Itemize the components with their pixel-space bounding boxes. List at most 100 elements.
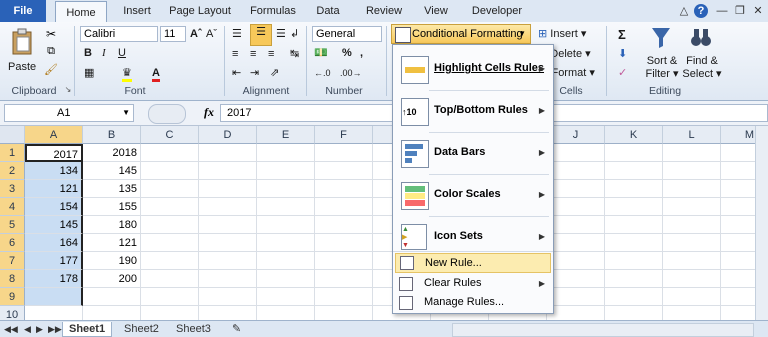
cell-M2[interactable]	[721, 162, 755, 180]
column-header[interactable]: K	[605, 126, 663, 144]
font-name-combo[interactable]: Calibri	[80, 26, 158, 42]
cell-J3[interactable]	[547, 180, 605, 198]
row-header[interactable]: 3	[0, 180, 25, 198]
insert-sheet-icon[interactable]: ✎	[226, 322, 247, 336]
cell-L10[interactable]	[663, 306, 721, 321]
cell-C10[interactable]	[141, 306, 199, 321]
cell-L7[interactable]	[663, 252, 721, 270]
menu-item-color-scales[interactable]: Color Scales ▶	[393, 175, 553, 215]
underline-icon[interactable]: U	[118, 46, 126, 61]
column-header[interactable]: J	[547, 126, 605, 144]
cell-J5[interactable]	[547, 216, 605, 234]
cell-L4[interactable]	[663, 198, 721, 216]
cell-K5[interactable]	[605, 216, 663, 234]
sheet-tab-2[interactable]: Sheet2	[118, 322, 165, 336]
cell-M7[interactable]	[721, 252, 755, 270]
cell-E6[interactable]	[257, 234, 315, 252]
cell-D3[interactable]	[199, 180, 257, 198]
cell-A10[interactable]	[25, 306, 83, 321]
cell-D8[interactable]	[199, 270, 257, 288]
cell-A1[interactable]: 2017	[25, 144, 83, 162]
cell-M6[interactable]	[721, 234, 755, 252]
row-header[interactable]: 9	[0, 288, 25, 306]
cell-C5[interactable]	[141, 216, 199, 234]
row-header[interactable]: 4	[0, 198, 25, 216]
minimize-ribbon-icon[interactable]: △	[676, 3, 692, 19]
cut-icon[interactable]: ✂	[44, 27, 58, 41]
cell-L6[interactable]	[663, 234, 721, 252]
cell-B2[interactable]: 145	[83, 162, 141, 180]
cell-L3[interactable]	[663, 180, 721, 198]
menu-item-data-bars[interactable]: Data Bars ▶	[393, 133, 553, 173]
cell-A5[interactable]: 145	[25, 216, 83, 234]
merge-center-icon[interactable]: ↹	[290, 47, 299, 62]
tab-file[interactable]: File	[0, 0, 46, 22]
cell-E4[interactable]	[257, 198, 315, 216]
cell-K1[interactable]	[605, 144, 663, 162]
comma-style-icon[interactable]: ,	[360, 46, 363, 61]
cell-E8[interactable]	[257, 270, 315, 288]
minimize-window-icon[interactable]: —	[714, 3, 730, 19]
cell-F8[interactable]	[315, 270, 373, 288]
copy-icon[interactable]: ⧉	[44, 45, 58, 59]
cell-K9[interactable]	[605, 288, 663, 306]
cell-B10[interactable]	[83, 306, 141, 321]
cell-K8[interactable]	[605, 270, 663, 288]
cell-A9[interactable]	[25, 288, 83, 306]
cell-B3[interactable]: 135	[83, 180, 141, 198]
cell-J9[interactable]	[547, 288, 605, 306]
cell-D6[interactable]	[199, 234, 257, 252]
tab-data[interactable]: Data	[310, 0, 346, 22]
accounting-format-icon[interactable]: 💵	[314, 46, 328, 61]
align-right-icon[interactable]: ≡	[268, 47, 274, 62]
clipboard-launcher-icon[interactable]: ↘	[64, 85, 72, 95]
cell-J7[interactable]	[547, 252, 605, 270]
align-bottom-icon[interactable]: ☰	[276, 27, 286, 42]
row-header[interactable]: 7	[0, 252, 25, 270]
cell-K6[interactable]	[605, 234, 663, 252]
cell-E10[interactable]	[257, 306, 315, 321]
align-left-icon[interactable]: ≡	[232, 47, 238, 62]
cell-L2[interactable]	[663, 162, 721, 180]
cell-D2[interactable]	[199, 162, 257, 180]
cell-F7[interactable]	[315, 252, 373, 270]
row-header[interactable]: 8	[0, 270, 25, 288]
insert-function-icon[interactable]: fx	[204, 105, 214, 120]
menu-item-top-bottom-rules[interactable]: ↑10 Top/Bottom Rules ▶	[393, 91, 553, 131]
cell-A2[interactable]: 134	[25, 162, 83, 180]
cell-D1[interactable]	[199, 144, 257, 162]
cell-D4[interactable]	[199, 198, 257, 216]
cell-J1[interactable]	[547, 144, 605, 162]
menu-item-clear-rules[interactable]: Clear Rules ▶	[393, 273, 553, 293]
cell-F9[interactable]	[315, 288, 373, 306]
cell-M5[interactable]	[721, 216, 755, 234]
cell-C9[interactable]	[141, 288, 199, 306]
align-top-icon[interactable]: ☰	[232, 27, 242, 42]
cell-C4[interactable]	[141, 198, 199, 216]
align-center-icon[interactable]: ≡	[250, 47, 256, 62]
cell-D10[interactable]	[199, 306, 257, 321]
vertical-scrollbar[interactable]	[755, 126, 768, 320]
cell-B8[interactable]: 200	[83, 270, 141, 288]
cell-B7[interactable]: 190	[83, 252, 141, 270]
cell-K3[interactable]	[605, 180, 663, 198]
font-size-combo[interactable]: 11	[160, 26, 186, 42]
bold-icon[interactable]: B	[84, 46, 92, 61]
cell-B1[interactable]: 2018	[83, 144, 141, 162]
column-header[interactable]: A	[25, 126, 83, 144]
column-header[interactable]: L	[663, 126, 721, 144]
cell-M10[interactable]	[721, 306, 755, 321]
row-header[interactable]: 5	[0, 216, 25, 234]
cell-C1[interactable]	[141, 144, 199, 162]
cell-D9[interactable]	[199, 288, 257, 306]
cell-D5[interactable]	[199, 216, 257, 234]
menu-item-highlight-cells-rules[interactable]: Highlight Cells Rules ▶	[393, 49, 553, 89]
menu-item-new-rule[interactable]: New Rule...	[395, 253, 551, 273]
find-select-button[interactable]: Find & Select ▾	[682, 55, 722, 81]
name-box[interactable]: A1 ▼	[4, 104, 134, 122]
cell-J6[interactable]	[547, 234, 605, 252]
cell-C8[interactable]	[141, 270, 199, 288]
cell-A8[interactable]: 178	[25, 270, 83, 288]
column-header[interactable]: M	[721, 126, 755, 144]
cell-M3[interactable]	[721, 180, 755, 198]
